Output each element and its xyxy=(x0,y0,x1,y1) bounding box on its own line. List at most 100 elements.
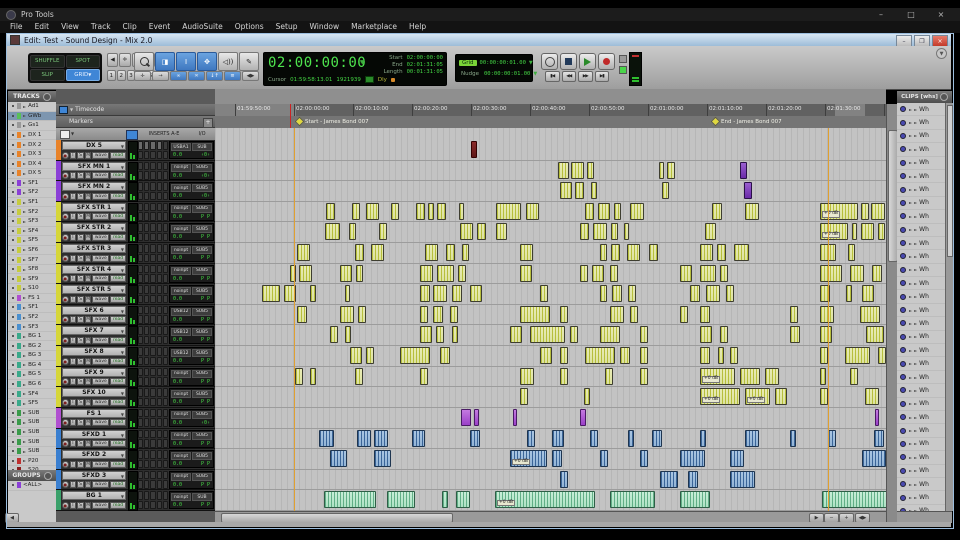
track-show-dot[interactable] xyxy=(12,421,14,424)
insert-slot[interactable] xyxy=(156,253,162,263)
audio-clip[interactable] xyxy=(452,326,458,344)
audio-clip[interactable] xyxy=(379,223,387,241)
track-view-button[interactable]: wave xyxy=(92,481,110,489)
solo-button[interactable]: S xyxy=(77,233,84,241)
automation-mode-button[interactable]: read xyxy=(110,419,127,427)
insert-slot[interactable] xyxy=(144,418,150,427)
track-name[interactable]: SFX STR 1 ▼ xyxy=(62,202,126,212)
sidebar-track-bg2[interactable]: ► BG 2 xyxy=(8,341,56,352)
record-enable-button[interactable]: ● xyxy=(62,151,69,159)
clip-list-item[interactable]: ► ► Wh xyxy=(897,264,945,278)
clip-expand-icon[interactable]: ► xyxy=(909,227,912,232)
output-selector[interactable]: SUB5 xyxy=(192,431,212,440)
stop-button[interactable] xyxy=(560,53,577,70)
audio-clip[interactable] xyxy=(433,285,447,303)
audio-clip[interactable] xyxy=(866,326,884,344)
input-selector[interactable]: noinpt xyxy=(171,204,191,213)
insert-slot[interactable] xyxy=(138,232,144,242)
audio-clip[interactable] xyxy=(659,161,664,179)
track-view-button[interactable]: wave xyxy=(92,501,110,509)
track-name[interactable]: SFXD 3 ▼ xyxy=(62,470,126,480)
clip-expand-icon[interactable]: ► xyxy=(909,321,912,326)
menu-file[interactable]: File xyxy=(4,21,29,33)
insert-slot[interactable] xyxy=(144,491,150,500)
audio-clip[interactable] xyxy=(540,347,552,365)
clip-list-item[interactable]: ► ► Wh xyxy=(897,197,945,211)
insert-slot[interactable] xyxy=(162,202,168,212)
audio-clip[interactable] xyxy=(592,264,604,282)
nudge-value[interactable]: 00:00:00:01.00 xyxy=(484,71,530,77)
audio-clip[interactable] xyxy=(420,285,430,303)
audio-clip[interactable] xyxy=(600,326,620,344)
group-item-all[interactable]: <ALL> xyxy=(8,481,56,491)
insert-slot[interactable] xyxy=(144,150,150,159)
track-name[interactable]: SFX 9 ▼ xyxy=(62,367,126,377)
audio-clip[interactable] xyxy=(297,244,310,262)
audio-clip[interactable] xyxy=(660,470,678,488)
menu-clip[interactable]: Clip xyxy=(117,21,143,33)
insert-slot[interactable] xyxy=(150,150,156,159)
audio-clip[interactable] xyxy=(558,161,569,179)
track-show-dot[interactable] xyxy=(12,268,14,271)
insert-slot[interactable] xyxy=(138,388,144,397)
clip-expand-icon[interactable]: ► xyxy=(909,214,912,219)
audio-clip[interactable] xyxy=(580,264,588,282)
clip-list-item[interactable]: ► ► Wh xyxy=(897,130,945,144)
tab-transient-icon[interactable]: → xyxy=(152,71,169,81)
pan-value[interactable]: P P xyxy=(201,358,210,364)
input-monitor-button[interactable]: I xyxy=(69,213,77,221)
insert-slot[interactable] xyxy=(144,326,150,335)
insert-slot[interactable] xyxy=(150,335,156,345)
insert-slot[interactable] xyxy=(162,500,168,510)
audio-clip[interactable] xyxy=(560,470,568,488)
audio-clip[interactable] xyxy=(295,367,303,385)
track-name[interactable]: SFX MN 2 ▼ xyxy=(62,182,126,192)
pan-value[interactable]: P P xyxy=(201,441,210,447)
audio-clip[interactable] xyxy=(688,470,698,488)
track-show-dot[interactable] xyxy=(12,354,14,357)
tracks-panel-menu-icon[interactable] xyxy=(42,92,51,101)
insert-slot[interactable] xyxy=(162,459,168,469)
track-view-button[interactable]: wave xyxy=(92,151,110,159)
automation-mode-button[interactable]: read xyxy=(110,398,127,406)
input-selector[interactable]: noinpt xyxy=(171,410,191,419)
scrubber-tool-icon[interactable]: ◁)) xyxy=(218,52,238,71)
audio-clip[interactable] xyxy=(630,202,644,220)
track-view-button[interactable]: wave xyxy=(92,419,110,427)
track-show-dot[interactable] xyxy=(12,239,14,242)
audio-clip[interactable] xyxy=(630,305,638,323)
zoom-toggle-icon[interactable]: ✛ xyxy=(134,71,151,81)
insert-slot[interactable] xyxy=(156,223,162,232)
insert-slot[interactable] xyxy=(144,315,150,324)
record-enable-button[interactable]: ● xyxy=(62,378,69,386)
insert-slot[interactable] xyxy=(162,191,168,201)
selection-start[interactable]: 02:00:00:00 xyxy=(407,55,443,61)
rewind-button[interactable]: ◀◀ xyxy=(561,71,576,82)
insert-slot[interactable] xyxy=(138,459,144,469)
insert-slot[interactable] xyxy=(144,470,150,480)
insert-slot[interactable] xyxy=(150,450,156,459)
zoom-preset-1[interactable]: 1 xyxy=(107,70,116,81)
audio-clip[interactable] xyxy=(460,223,473,241)
insert-slot[interactable] xyxy=(162,141,168,150)
audio-clip[interactable] xyxy=(560,367,568,385)
record-enable-button[interactable]: ● xyxy=(62,254,69,262)
audio-clip[interactable] xyxy=(628,429,634,447)
sidebar-track-sf2[interactable]: ► SF2 xyxy=(8,207,56,217)
sidebar-track-sf5[interactable]: ► SF5 xyxy=(8,236,56,246)
sidebar-track-bg3[interactable]: ► BG 3 xyxy=(8,351,56,361)
insert-slot[interactable] xyxy=(156,171,162,180)
play-button[interactable] xyxy=(579,53,596,70)
track-show-dot[interactable] xyxy=(12,258,14,261)
sidebar-track-sf6[interactable]: ► SF6 xyxy=(8,246,56,256)
audio-clip[interactable] xyxy=(700,305,710,323)
insert-slot[interactable] xyxy=(150,377,156,386)
track-show-dot[interactable] xyxy=(12,220,14,223)
pan-value[interactable]: P P xyxy=(201,482,210,488)
timecode-ruler-name[interactable]: ▼ Timecode xyxy=(56,104,215,116)
input-monitor-button[interactable]: I xyxy=(69,336,77,344)
track-view-button[interactable]: wave xyxy=(92,460,110,468)
track-show-dot[interactable] xyxy=(12,440,14,443)
automation-mode-button[interactable]: read xyxy=(110,233,127,241)
audio-clip[interactable] xyxy=(580,223,589,241)
